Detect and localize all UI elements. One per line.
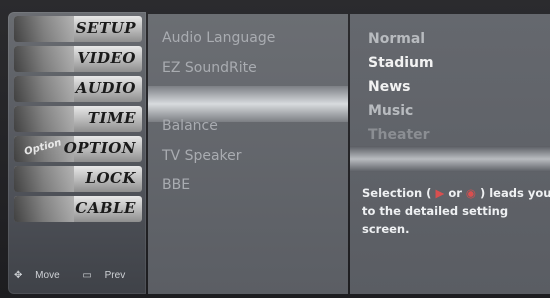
menu-item-label: AUDIO [75,79,136,97]
menu-button-icon: ▭ [82,270,92,281]
audio-submenu: Audio Language EZ SoundRite Balance TV S… [148,14,348,294]
enter-button-icon: ◉ [465,186,476,200]
selected-row-highlight[interactable] [148,86,348,122]
submenu-item-balance[interactable]: Balance [162,118,218,134]
help-text: Selection ( ▶ or ◉ ) leads you to the de… [362,184,550,238]
cable-thumbnail-icon [14,196,74,222]
menu-item-audio[interactable]: AUDIO [14,76,142,102]
menu-item-video[interactable]: VIDEO [14,46,142,72]
options-divider [350,146,550,172]
lock-thumbnail-icon [14,166,74,192]
menu-item-time[interactable]: TIME [14,106,142,132]
option-theater[interactable]: Theater [368,127,430,143]
help-line-1: Selection ( ▶ or ◉ ) leads you [362,186,550,200]
option-music[interactable]: Music [368,103,413,119]
right-arrow-icon: ▶ [435,186,445,200]
menu-item-label: VIDEO [77,49,136,67]
option-normal[interactable]: Normal [368,31,425,47]
setup-thumbnail-icon [14,16,74,42]
audio-thumbnail-icon [14,76,74,102]
time-thumbnail-icon [14,106,74,132]
menu-item-option[interactable]: Option OPTION [14,136,142,162]
submenu-item-audio-language[interactable]: Audio Language [162,30,275,46]
video-thumbnail-icon [14,46,74,72]
menu-item-label: SETUP [75,19,136,37]
option-thumbnail-text: Option [23,137,63,158]
option-stadium[interactable]: Stadium [368,55,434,71]
menu-item-cable[interactable]: CABLE [14,196,142,222]
menu-item-lock[interactable]: LOCK [14,166,142,192]
main-menu: SETUP VIDEO AUDIO TIME Option OPTION LOC… [8,12,146,294]
navigation-hint: ✥ Move ▭ Prev [14,270,145,281]
dpad-icon: ✥ [14,270,23,281]
menu-item-label: TIME [87,109,136,127]
menu-item-label: LOCK [85,169,136,187]
menu-item-setup[interactable]: SETUP [14,16,142,42]
submenu-item-tv-speaker[interactable]: TV Speaker [162,148,242,164]
prev-hint: ▭ Prev [82,270,126,281]
option-news[interactable]: News [368,79,410,95]
help-line-3: screen. [362,222,410,236]
submenu-item-ez-soundrite[interactable]: EZ SoundRite [162,60,257,76]
menu-item-label: CABLE [75,199,136,217]
sound-mode-options: Normal Stadium News Music Theater Select… [350,14,550,294]
submenu-item-bbe[interactable]: BBE [162,177,190,193]
help-line-2: to the detailed setting [362,204,509,218]
menu-item-label: OPTION [63,139,136,157]
move-hint: ✥ Move [14,270,60,281]
